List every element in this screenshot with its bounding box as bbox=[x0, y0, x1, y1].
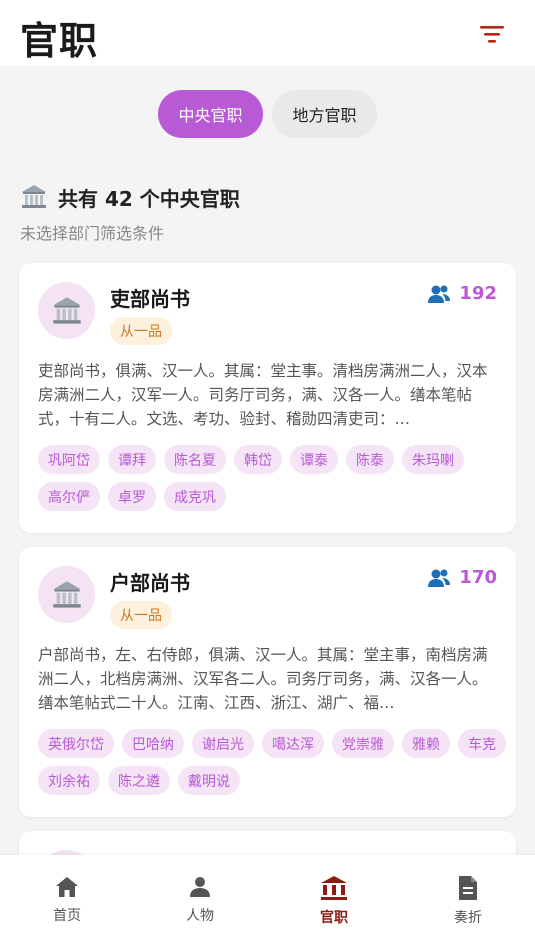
rank-badge: 从一品 bbox=[110, 601, 172, 629]
office-description: 户部尚书，左、右侍郎，俱满、汉一人。其属：堂主事，南档房满洲二人，北档房满洲、汉… bbox=[38, 646, 488, 712]
office-avatar bbox=[38, 566, 95, 623]
page-title: 官职 bbox=[20, 19, 99, 63]
official-tags: 巩阿岱 谭拜 陈名夏 韩岱 谭泰 陈泰 朱玛喇 高尔俨 卓罗 成克巩 bbox=[38, 445, 508, 511]
nav-item-label: 官职 bbox=[320, 910, 348, 926]
official-tags: 英俄尔岱 巴哈纳 谢启光 噶达浑 党崇雅 雅赖 车克 刘余祐 陈之遴 戴明说 bbox=[38, 729, 508, 795]
document-icon bbox=[459, 876, 477, 900]
official-tag[interactable]: 陈之遴 bbox=[108, 766, 170, 795]
official-tag[interactable]: 巴哈纳 bbox=[122, 729, 184, 758]
summary-count-text: 共有 42 个中央官职 bbox=[58, 186, 240, 211]
person-count-value: 192 bbox=[459, 283, 497, 304]
category-tabs: 中央官职 地方官职 bbox=[0, 90, 535, 138]
office-name: 户部尚书 bbox=[110, 571, 190, 595]
tab-central[interactable]: 中央官职 bbox=[158, 90, 263, 138]
person-count-value: 170 bbox=[459, 567, 497, 588]
nav-item-label: 人物 bbox=[186, 908, 214, 924]
office-card[interactable]: 吏部尚书 从一品 192 吏部尚书，俱满、汉一人。其属：堂主事。清档房满洲二人，… bbox=[19, 263, 516, 533]
official-tag[interactable]: 刘余祐 bbox=[38, 766, 100, 795]
nav-item-person[interactable]: 人物 bbox=[160, 875, 240, 925]
app-header: 官职 bbox=[0, 0, 535, 66]
official-tag[interactable]: 戴明说 bbox=[178, 766, 240, 795]
bank-icon bbox=[22, 185, 46, 208]
home-icon bbox=[56, 877, 78, 897]
people-icon bbox=[428, 285, 451, 303]
official-tag[interactable]: 陈泰 bbox=[346, 445, 394, 474]
nav-item-home[interactable]: 首页 bbox=[27, 875, 107, 925]
person-icon bbox=[190, 877, 210, 897]
rank-badge: 从一品 bbox=[110, 317, 172, 345]
nav-item-label: 首页 bbox=[53, 908, 81, 924]
official-tag[interactable]: 谢启光 bbox=[192, 729, 254, 758]
nav-item-memorial[interactable]: 奏折 bbox=[428, 875, 508, 927]
bottom-nav: 首页 人物 官职 奏折 bbox=[0, 855, 535, 951]
people-icon bbox=[428, 569, 451, 587]
summary-subtext: 未选择部门筛选条件 bbox=[20, 224, 165, 243]
official-tag[interactable]: 雅赖 bbox=[402, 729, 450, 758]
office-description: 吏部尚书，俱满、汉一人。其属：堂主事。清档房满洲二人，汉本房满洲二人，汉军一人。… bbox=[38, 362, 488, 428]
official-tag[interactable]: 谭泰 bbox=[290, 445, 338, 474]
official-tag[interactable]: 卓罗 bbox=[108, 482, 156, 511]
filter-icon[interactable] bbox=[479, 22, 505, 46]
official-tag[interactable]: 噶达浑 bbox=[262, 729, 324, 758]
official-tag[interactable]: 巩阿岱 bbox=[38, 445, 100, 474]
tab-local[interactable]: 地方官职 bbox=[272, 90, 377, 138]
summary: 共有 42 个中央官职 未选择部门筛选条件 bbox=[20, 182, 520, 244]
official-tag[interactable]: 成克巩 bbox=[164, 482, 226, 511]
official-tag[interactable]: 谭拜 bbox=[108, 445, 156, 474]
office-name: 吏部尚书 bbox=[110, 287, 190, 311]
bank-icon bbox=[321, 876, 347, 900]
official-tag[interactable]: 陈名夏 bbox=[164, 445, 226, 474]
office-card[interactable]: 户部尚书 从一品 170 户部尚书，左、右侍郎，俱满、汉一人。其属：堂主事，南档… bbox=[19, 547, 516, 817]
bank-icon bbox=[52, 296, 81, 324]
official-tag[interactable]: 朱玛喇 bbox=[402, 445, 464, 474]
person-count: 192 bbox=[427, 283, 497, 304]
official-tag[interactable]: 英俄尔岱 bbox=[38, 729, 114, 758]
official-tag[interactable]: 韩岱 bbox=[234, 445, 282, 474]
office-avatar bbox=[38, 282, 95, 339]
nav-item-label: 奏折 bbox=[454, 910, 482, 926]
bank-icon bbox=[52, 580, 81, 608]
person-count: 170 bbox=[427, 567, 497, 588]
official-tag[interactable]: 高尔俨 bbox=[38, 482, 100, 511]
nav-item-office[interactable]: 官职 bbox=[294, 875, 374, 927]
official-tag[interactable]: 党崇雅 bbox=[332, 729, 394, 758]
official-tag[interactable]: 车克 bbox=[458, 729, 506, 758]
